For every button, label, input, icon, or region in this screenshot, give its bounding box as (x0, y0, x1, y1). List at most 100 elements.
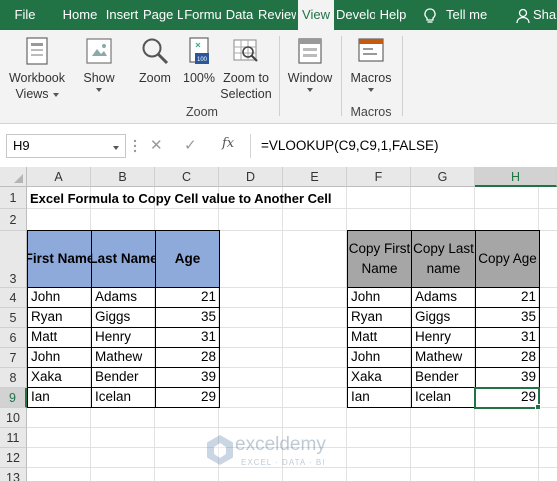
enter-formula-icon[interactable]: ✓ (184, 136, 197, 154)
column-header-e[interactable]: E (283, 167, 347, 187)
fill-handle[interactable] (535, 404, 541, 410)
column-header-a[interactable]: A (27, 167, 91, 187)
table1-data-cell[interactable]: Ian (27, 387, 92, 408)
select-all-button[interactable] (0, 167, 27, 187)
column-header-d[interactable]: D (219, 167, 283, 187)
column-header-c[interactable]: C (155, 167, 219, 187)
chevron-down-icon (96, 88, 102, 92)
drag-handle-icon[interactable] (133, 139, 137, 153)
tab-developer[interactable]: Develo (336, 0, 375, 30)
row-header-2[interactable]: 2 (0, 209, 27, 231)
workbook-views-button[interactable]: Workbook Views (4, 36, 70, 102)
table1-data-cell[interactable]: Bender (91, 367, 156, 388)
table1-data-cell[interactable]: Xaka (27, 367, 92, 388)
table2-data-cell[interactable]: 39 (475, 367, 540, 388)
table2-data-cell[interactable]: Henry (411, 327, 476, 348)
tab-review[interactable]: Review (258, 0, 296, 30)
insert-function-button[interactable]: fx (222, 136, 234, 151)
cancel-formula-icon[interactable]: ✕ (150, 136, 163, 154)
tab-home[interactable]: Home (60, 0, 100, 30)
macros-button[interactable]: Macros (346, 36, 396, 92)
zoom-button[interactable]: Zoom (136, 36, 174, 86)
row-header-7[interactable]: 7 (0, 348, 27, 368)
table2-data-cell[interactable]: Giggs (411, 307, 476, 328)
table1-data-cell[interactable]: Giggs (91, 307, 156, 328)
table1-data-cell[interactable]: Icelan (91, 387, 156, 408)
row-header-1[interactable]: 1 (0, 187, 27, 209)
row-header-3[interactable]: 3 (0, 231, 27, 288)
table2-data-cell[interactable]: Xaka (347, 367, 412, 388)
column-header-b[interactable]: B (91, 167, 155, 187)
row-header-10[interactable]: 10 (0, 408, 27, 428)
column-header-h[interactable]: H (475, 167, 557, 187)
column-header-f[interactable]: F (347, 167, 411, 187)
table2-header-cell[interactable]: Copy Age (475, 230, 540, 288)
row-header-12[interactable]: 12 (0, 448, 27, 468)
watermark-name: exceldemy (235, 434, 326, 455)
table1-data-cell[interactable]: 21 (155, 287, 220, 308)
table2-data-cell[interactable]: 28 (475, 347, 540, 368)
row-header-13[interactable]: 13 (0, 468, 27, 481)
row-header-11[interactable]: 11 (0, 428, 27, 448)
tab-help[interactable]: Help (378, 0, 408, 30)
table1-data-cell[interactable]: John (27, 287, 92, 308)
tab-data[interactable]: Data (223, 0, 256, 30)
table2-header-cell[interactable]: Copy First Name (347, 230, 412, 288)
tab-page-layout[interactable]: Page L (143, 0, 183, 30)
table2-data-cell[interactable]: John (347, 287, 412, 308)
name-box[interactable]: H9 (6, 134, 126, 158)
zoom-100-button[interactable]: 100 100% (180, 36, 218, 86)
row-header-6[interactable]: 6 (0, 328, 27, 348)
table1-data-cell[interactable]: 29 (155, 387, 220, 408)
window-button[interactable]: Window (284, 36, 336, 92)
table1-data-cell[interactable]: 35 (155, 307, 220, 328)
row-header-9[interactable]: 9 (0, 388, 27, 408)
table2-header-cell[interactable]: Copy Last name (411, 230, 476, 288)
show-button[interactable]: Show (78, 36, 120, 92)
worksheet-grid[interactable]: ABCDEFGH 1 2 3 4 5 6 7 8 9 10 11 12 13 Excel Formula… (0, 167, 557, 481)
table2-data-cell[interactable]: Icelan (411, 387, 476, 408)
user-icon[interactable] (514, 0, 532, 30)
table2-data-cell[interactable]: 31 (475, 327, 540, 348)
table1-header-cell[interactable]: First Name (27, 230, 92, 288)
share-button[interactable]: Sha (533, 0, 557, 30)
table1-data-cell[interactable]: Adams (91, 287, 156, 308)
sheet-title[interactable]: Excel Formula to Copy Cell value to Anot… (27, 189, 447, 209)
lightbulb-icon[interactable] (420, 0, 440, 30)
table1-data-cell[interactable]: 31 (155, 327, 220, 348)
tab-view[interactable]: View (298, 0, 334, 30)
table2-data-cell[interactable]: Bender (411, 367, 476, 388)
row-header-4[interactable]: 4 (0, 288, 27, 308)
zoom-to-selection-button[interactable]: Zoom to Selection (218, 36, 274, 102)
table2-data-cell[interactable]: 21 (475, 287, 540, 308)
table1-header-cell[interactable]: Last Name (91, 230, 156, 288)
column-header-g[interactable]: G (411, 167, 475, 187)
table1-data-cell[interactable]: Henry (91, 327, 156, 348)
workbook-views-label-1: Workbook (8, 71, 66, 85)
table2-data-cell[interactable]: Matt (347, 327, 412, 348)
table2-data-cell[interactable]: 35 (475, 307, 540, 328)
table2-data-cell[interactable]: Adams (411, 287, 476, 308)
row-header-8[interactable]: 8 (0, 368, 27, 388)
tab-file[interactable]: File (8, 0, 42, 30)
tell-me-search[interactable]: Tell me (446, 0, 492, 30)
table1-header-cell[interactable]: Age (155, 230, 220, 288)
table1-data-cell[interactable]: 39 (155, 367, 220, 388)
chevron-down-icon[interactable] (113, 146, 119, 150)
row-header-5[interactable]: 5 (0, 308, 27, 328)
table1-data-cell[interactable]: Ryan (27, 307, 92, 328)
formula-bar: H9 ✕ ✓ fx =VLOOKUP(C9,C9,1,FALSE) (0, 124, 557, 167)
table1-data-cell[interactable]: Mathew (91, 347, 156, 368)
table2-data-cell[interactable]: 29 (475, 387, 540, 408)
table2-data-cell[interactable]: John (347, 347, 412, 368)
chevron-down-icon (307, 88, 313, 92)
table2-data-cell[interactable]: Ryan (347, 307, 412, 328)
table2-data-cell[interactable]: Ian (347, 387, 412, 408)
tab-formulas[interactable]: Formu (184, 0, 222, 30)
table1-data-cell[interactable]: John (27, 347, 92, 368)
formula-input[interactable]: =VLOOKUP(C9,C9,1,FALSE) (250, 134, 557, 158)
tab-insert[interactable]: Insert (102, 0, 142, 30)
table1-data-cell[interactable]: Matt (27, 327, 92, 348)
table2-data-cell[interactable]: Mathew (411, 347, 476, 368)
table1-data-cell[interactable]: 28 (155, 347, 220, 368)
